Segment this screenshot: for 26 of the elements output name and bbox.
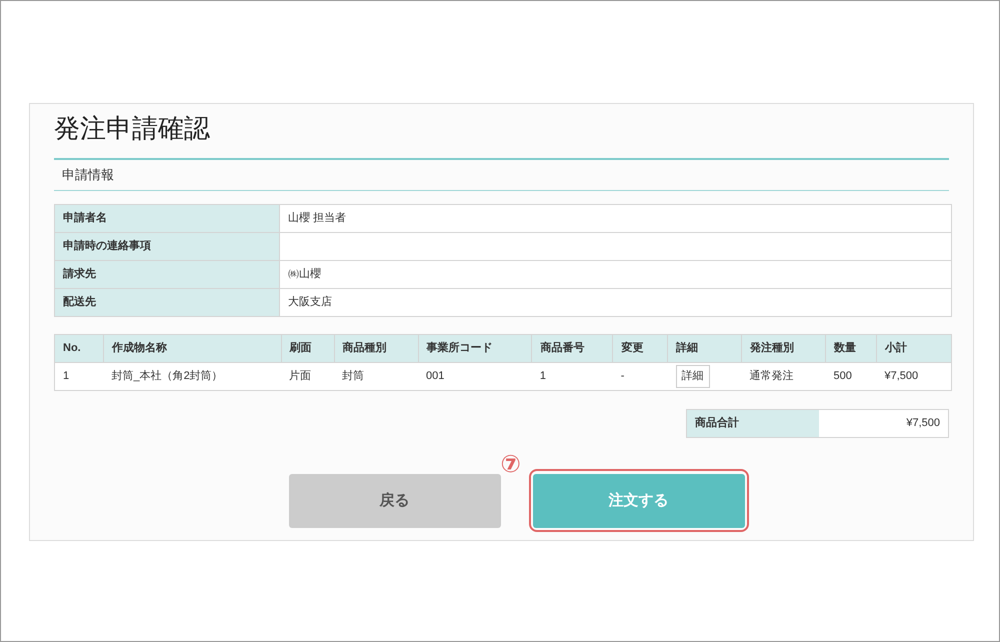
info-label: 配送先 <box>54 288 280 316</box>
table-cell: 1 <box>532 362 613 390</box>
column-header: 作成物名称 <box>103 334 282 362</box>
detail-button[interactable]: 詳細 <box>676 365 710 388</box>
total-label: 商品合計 <box>687 410 819 437</box>
table-cell: 通常発注 <box>742 362 826 390</box>
info-label: 申請時の連絡事項 <box>54 232 280 260</box>
info-label: 申請者名 <box>54 204 280 232</box>
info-value: 大阪支店 <box>280 288 952 316</box>
info-label: 請求先 <box>54 260 280 288</box>
step-marker: ⑦ <box>500 452 521 476</box>
table-cell: 500 <box>826 362 876 390</box>
column-header: No. <box>54 334 104 362</box>
table-cell: 片面 <box>281 362 334 390</box>
table-cell: ¥7,500 <box>876 362 952 390</box>
table-cell: 封筒 <box>334 362 418 390</box>
info-value: ㈱山櫻 <box>280 260 952 288</box>
back-button[interactable]: 戻る <box>288 474 500 528</box>
total-value: ¥7,500 <box>819 410 948 437</box>
table-cell: 1 <box>54 362 104 390</box>
info-value: 山櫻 担当者 <box>280 204 952 232</box>
page-title: 発注申請確認 <box>54 112 211 145</box>
table-cell: 001 <box>418 362 532 390</box>
table-cell: 封筒_本社（角2封筒） <box>103 362 282 390</box>
section-title: 申請情報 <box>62 166 114 184</box>
table-cell: - <box>612 362 668 390</box>
